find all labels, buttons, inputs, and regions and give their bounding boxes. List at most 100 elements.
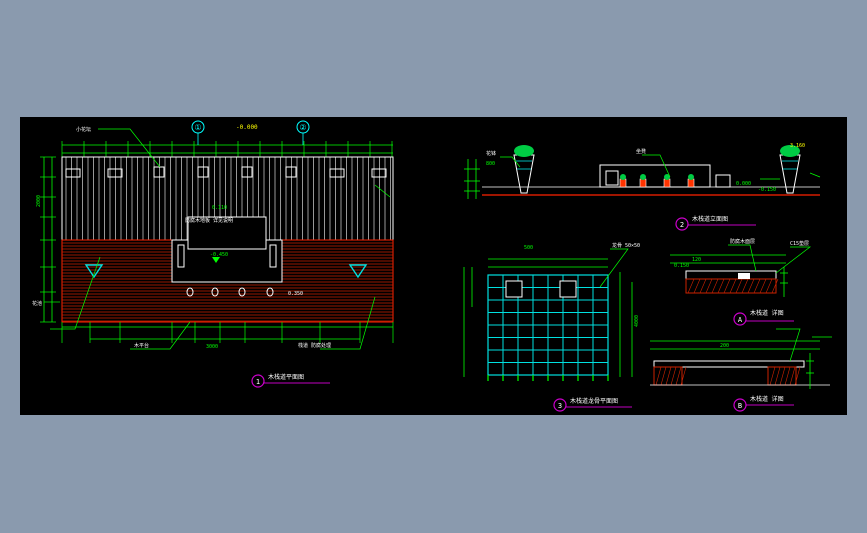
detail-b-hatch-line	[665, 366, 672, 386]
detail-b-title-block: B 木栈道 详图	[733, 395, 794, 412]
boardwalk-framing-plan: 龙骨 50×50 500 4000 3 木栈道龙骨平面图	[463, 242, 640, 412]
framing-left-dimension	[463, 267, 473, 377]
elevation-vase-left	[513, 145, 535, 194]
detail-a-hatch-line	[705, 278, 713, 294]
detail-b-dim-b: 200	[720, 343, 729, 349]
framing-title-block: 3 木栈道龙骨平面图	[553, 397, 632, 412]
detail-a-dim-a: 120	[692, 257, 701, 263]
plan-note-bottom: 木平台	[134, 342, 149, 349]
detail-b-hatch-line	[769, 366, 776, 386]
detail-a-leaders	[728, 244, 812, 274]
plan-left-ticks	[40, 156, 56, 323]
framing-leaders	[599, 248, 629, 288]
framing-title: 木栈道龙骨平面图	[570, 397, 618, 405]
plan-top-ticks	[61, 141, 393, 157]
plan-note-left-top: 小花坛	[76, 126, 91, 133]
elevation-left-dimension	[464, 159, 480, 199]
plan-bottom-dimension	[62, 326, 393, 340]
detail-b-title: 木栈道 详图	[750, 395, 784, 403]
plan-top-dimension	[62, 144, 393, 154]
elevation-bench	[715, 174, 731, 188]
detail-a-hatch-line	[771, 278, 779, 294]
boardwalk-detail-a: 防腐木面层 C15垫层 0.150 120 A 木栈道 详图	[670, 238, 812, 326]
plan-title: 木栈道平面图	[268, 373, 304, 381]
plan-note-left-bottom: 花池	[32, 300, 42, 307]
detail-b-hatch-line	[670, 366, 677, 386]
detail-a-hatch-line	[741, 278, 749, 294]
elevation-pots	[619, 178, 695, 188]
framing-opening-right	[559, 280, 577, 298]
detail-a-note-a: 防腐木面层	[730, 238, 755, 245]
plan-note-center: 防腐木地板 详见说明	[185, 217, 233, 224]
boardwalk-plan-view: ① ② -0.000 防腐木地板 详见说明 0.110 -0.450 0.350…	[32, 120, 394, 388]
plan-note-bottom-right: 栈道 防腐处理	[298, 342, 331, 349]
detail-a-note-b: C15垫层	[790, 240, 809, 247]
detail-a-top-dimension	[670, 254, 786, 264]
plan-bottom-ticks	[61, 322, 394, 343]
detail-a-right-dimension	[780, 267, 788, 297]
detail-a-hatch-line	[729, 278, 737, 294]
plan-footings	[186, 287, 274, 297]
detail-b-hatch-line	[784, 366, 791, 386]
detail-b-hatch-line	[655, 366, 662, 386]
detail-b-hatch-line	[789, 366, 796, 386]
cad-drawing-sheet: ① ② -0.000 防腐木地板 详见说明 0.110 -0.450 0.350…	[20, 117, 847, 415]
plan-axis-marker-2-label: ②	[299, 123, 306, 132]
detail-b-deck-board	[653, 360, 805, 368]
detail-a-deck-board	[685, 270, 777, 280]
elevation-pot-plants	[620, 174, 694, 180]
boardwalk-detail-b: 200 B 木栈道 详图	[650, 328, 832, 412]
framing-opening-left	[505, 280, 523, 298]
detail-a-level: 0.150	[674, 263, 689, 269]
plan-axis-marker-1-label: ①	[194, 123, 201, 132]
plan-title-block: 1 木栈道平面图	[251, 373, 330, 388]
detail-b-top-dimension	[650, 340, 820, 350]
elevation-note-pot: 花钵	[486, 150, 496, 157]
plan-dim-long: 2000	[36, 195, 42, 207]
detail-b-right-dimension	[806, 353, 814, 389]
plan-title-marker: 1	[256, 378, 260, 386]
plan-planters	[65, 166, 387, 178]
plan-level-right: 0.350	[288, 291, 303, 297]
detail-b-hatch-line	[779, 366, 786, 386]
framing-right-dimension	[619, 272, 633, 377]
elevation-note-bench: 坐凳	[636, 148, 646, 155]
plan-level-top: -0.000	[236, 124, 258, 131]
detail-a-hatch	[687, 278, 779, 294]
framing-bottom-posts	[487, 375, 609, 381]
detail-b-hatch-line	[660, 366, 667, 386]
detail-a-hatch-line	[765, 278, 773, 294]
detail-a-hatch-line	[687, 278, 695, 294]
boardwalk-elevation-view: 3.160 0.000 -0.150 花钵 坐凳 800 2 木栈道立面图	[464, 143, 821, 231]
framing-title-marker: 3	[558, 402, 562, 410]
detail-b-leaders	[776, 328, 832, 362]
elevation-window	[605, 170, 619, 186]
elevation-dim-height: 800	[486, 161, 495, 167]
framing-top-dimension	[488, 258, 608, 268]
detail-b-hatch-line	[774, 366, 781, 386]
detail-a-title-block: A 木栈道 详图	[733, 309, 794, 326]
detail-a-hatch-line	[753, 278, 761, 294]
elevation-height-low: -0.150	[758, 187, 776, 193]
plan-axis-marker-2: ②	[296, 120, 310, 145]
plan-dim-bottom-c: 3000	[206, 344, 218, 350]
detail-a-hatch-line	[723, 278, 731, 294]
cad-drawing: ① ② -0.000 防腐木地板 详见说明 0.110 -0.450 0.350…	[32, 120, 832, 412]
framing-note: 龙骨 50×50	[612, 242, 640, 249]
framing-dim-total: 4000	[634, 315, 640, 327]
detail-a-hatch-line	[735, 278, 743, 294]
detail-b-hatch-line	[675, 366, 682, 386]
elevation-vase-right	[779, 145, 801, 194]
detail-b-title-marker: B	[738, 402, 742, 410]
detail-a-beam	[738, 273, 750, 279]
detail-b-hatch	[655, 366, 801, 386]
detail-a-hatch-line	[759, 278, 767, 294]
elevation-leaders	[500, 154, 821, 180]
detail-a-title: 木栈道 详图	[750, 309, 784, 317]
elevation-title-marker: 2	[680, 221, 684, 229]
detail-a-hatch-line	[699, 278, 707, 294]
framing-dim-cell: 500	[524, 245, 533, 251]
detail-a-hatch-line	[711, 278, 719, 294]
detail-a-hatch-line	[693, 278, 701, 294]
plan-left-dimension	[43, 157, 53, 322]
